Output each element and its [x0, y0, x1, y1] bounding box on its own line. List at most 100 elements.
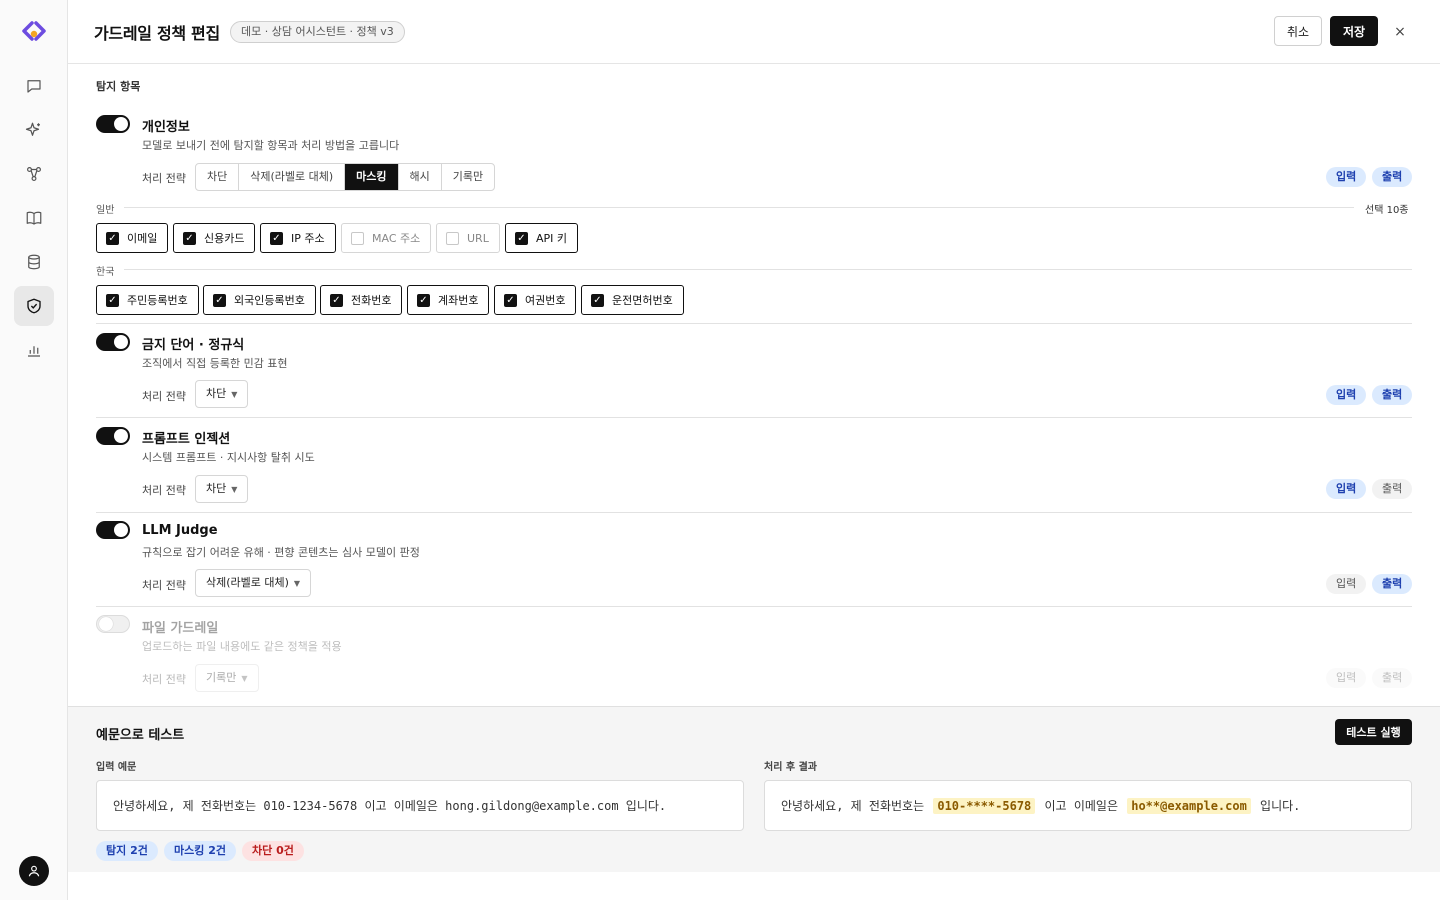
- user-icon: [28, 865, 40, 877]
- output-textbox: 안녕하세요, 제 전화번호는 010-****-5678 이고 이메일은 ho*…: [764, 780, 1412, 831]
- masked-email: ho**@example.com: [1127, 797, 1251, 814]
- strategy-select[interactable]: 차단 ▼: [195, 475, 249, 503]
- input-pill[interactable]: 입력: [1326, 479, 1367, 499]
- section-divider: [96, 417, 1412, 418]
- cancel-button[interactable]: 취소: [1274, 16, 1322, 46]
- context-badge: 데모 · 상담 어시스턴트 · 정책 v3: [230, 21, 405, 43]
- select-value: 기록만: [206, 671, 237, 684]
- output-text: 안녕하세요, 제 전화번호는: [781, 799, 925, 813]
- pii-chip-email[interactable]: ✓ 이메일: [96, 223, 169, 253]
- checkbox-checked-icon: ✓: [270, 231, 283, 245]
- pii-chip-url[interactable]: URL: [436, 223, 500, 253]
- input-textbox[interactable]: 안녕하세요, 제 전화번호는 010-1234-5678 이고 이메일은 hon…: [96, 780, 744, 831]
- nav-guardrails[interactable]: [14, 286, 54, 326]
- chevron-down-icon: ▼: [293, 579, 301, 588]
- strategy-segmented-control: 차단 삭제(라벨로 대체) 마스킹 해시 기록만: [195, 163, 496, 191]
- shield-check-icon: [27, 298, 41, 314]
- detector-title: 프롬프트 인젝션: [142, 432, 231, 447]
- output-pill[interactable]: 출력: [1372, 574, 1413, 594]
- strategy-option[interactable]: 기록만: [442, 164, 494, 190]
- page-title: 가드레일 정책 편집: [94, 24, 220, 43]
- pii-chip-passport[interactable]: ✓ 여권번호: [494, 285, 577, 315]
- toggle-prompt-injection[interactable]: [96, 427, 130, 445]
- strategy-option[interactable]: 해시: [399, 164, 442, 190]
- pii-chip-credit-card[interactable]: ✓ 신용카드: [173, 223, 256, 253]
- bar-chart-icon: [28, 346, 40, 357]
- detector-desc: 모델로 보내기 전에 탐지할 항목과 처리 방법을 고릅니다: [142, 139, 400, 152]
- sidebar: [0, 0, 68, 900]
- input-pill[interactable]: 입력: [1326, 574, 1367, 594]
- detector-title: LLM Judge: [142, 523, 218, 538]
- chevron-down-icon: ▼: [241, 674, 248, 683]
- test-panel: 예문으로 테스트 테스트 실행 입력 예문 처리 후 결과 안녕하세요, 제 전…: [68, 706, 1440, 872]
- workflow-icon: [27, 167, 41, 181]
- selected-count: 선택 10종: [1365, 205, 1409, 216]
- save-button[interactable]: 저장: [1330, 16, 1378, 46]
- detector-desc: 조직에서 직접 등록한 민감 표현: [142, 357, 288, 370]
- select-value: 차단: [206, 387, 227, 400]
- nav-chat[interactable]: [14, 66, 54, 106]
- checkbox-checked-icon: ✓: [330, 293, 343, 307]
- detector-title: 파일 가드레일: [142, 621, 219, 636]
- checkbox-checked-icon: ✓: [106, 293, 119, 307]
- detector-title: 개인정보: [142, 120, 190, 135]
- detector-list: 탐지 항목 개인정보 모델로 보내기 전에 탐지할 항목과 처리 방법을 고릅니…: [68, 64, 1440, 706]
- output-pill[interactable]: 출력: [1372, 479, 1413, 499]
- chip-label: URL: [467, 231, 489, 245]
- pii-chip-api-key[interactable]: ✓ API 키: [505, 223, 579, 253]
- strategy-option[interactable]: 삭제(라벨로 대체): [239, 164, 346, 190]
- section-label: 탐지 항목: [96, 80, 141, 93]
- nav-knowledge[interactable]: [14, 198, 54, 238]
- nav-assistants[interactable]: [14, 110, 54, 150]
- pii-chip-mac[interactable]: MAC 주소: [341, 223, 432, 253]
- output-label: 처리 후 결과: [764, 762, 817, 773]
- chip-label: 여권번호: [525, 294, 566, 307]
- input-pill[interactable]: 입력: [1326, 668, 1367, 688]
- section-divider: [96, 606, 1412, 607]
- nav-workflows[interactable]: [14, 154, 54, 194]
- strategy-option-selected[interactable]: 마스킹: [345, 164, 399, 190]
- group-divider: [124, 207, 1354, 208]
- close-icon[interactable]: ×: [1390, 22, 1410, 42]
- output-text: 이고 이메일은: [1044, 799, 1118, 813]
- output-pill[interactable]: 출력: [1372, 385, 1413, 405]
- output-pill[interactable]: 출력: [1372, 668, 1413, 688]
- chip-label: 이메일: [127, 232, 158, 245]
- toggle-banned-words[interactable]: [96, 333, 130, 351]
- input-pill[interactable]: 입력: [1326, 167, 1367, 187]
- pii-chip-rrn[interactable]: ✓ 주민등록번호: [96, 285, 199, 315]
- toggle-file-guardrail[interactable]: [96, 615, 130, 633]
- avatar[interactable]: [19, 856, 49, 886]
- output-pill[interactable]: 출력: [1372, 167, 1413, 187]
- checkbox-checked-icon: ✓: [106, 231, 119, 245]
- pii-chip-ip[interactable]: ✓ IP 주소: [260, 223, 336, 253]
- chat-icon: [27, 80, 41, 93]
- toggle-pii[interactable]: [96, 115, 130, 133]
- strategy-option[interactable]: 차단: [196, 164, 240, 190]
- masked-phone: 010-****-5678: [933, 797, 1036, 814]
- strategy-select[interactable]: 삭제(라벨로 대체) ▼: [195, 569, 312, 597]
- pii-chip-foreigner-id[interactable]: ✓ 외국인등록번호: [203, 285, 316, 315]
- checkbox-checked-icon: ✓: [417, 293, 430, 307]
- chip-label: IP 주소: [291, 232, 325, 245]
- toggle-llm-judge[interactable]: [96, 521, 130, 539]
- chip-label: 운전면허번호: [612, 294, 673, 307]
- nav-data[interactable]: [14, 242, 54, 282]
- sparkle-icon: [25, 122, 40, 136]
- chip-label: MAC 주소: [372, 232, 421, 245]
- pii-chip-account[interactable]: ✓ 계좌번호: [407, 285, 490, 315]
- run-test-button[interactable]: 테스트 실행: [1335, 719, 1412, 745]
- strategy-label: 처리 전략: [142, 390, 186, 403]
- strategy-select[interactable]: 차단 ▼: [195, 380, 249, 408]
- strategy-select[interactable]: 기록만 ▼: [195, 664, 259, 692]
- nav-analytics[interactable]: [14, 330, 54, 370]
- brand-logo[interactable]: [20, 20, 48, 42]
- pii-chip-phone[interactable]: ✓ 전화번호: [320, 285, 403, 315]
- chevron-down-icon: ▼: [231, 390, 238, 399]
- stat-masked-badge: 마스킹 2건: [164, 841, 236, 861]
- chip-label: API 키: [536, 232, 568, 245]
- checkbox-checked-icon: ✓: [504, 293, 517, 307]
- pii-chip-driver-license[interactable]: ✓ 운전면허번호: [581, 285, 684, 315]
- input-pill[interactable]: 입력: [1326, 385, 1367, 405]
- detector-desc: 업로드하는 파일 내용에도 같은 정책을 적용: [142, 640, 342, 653]
